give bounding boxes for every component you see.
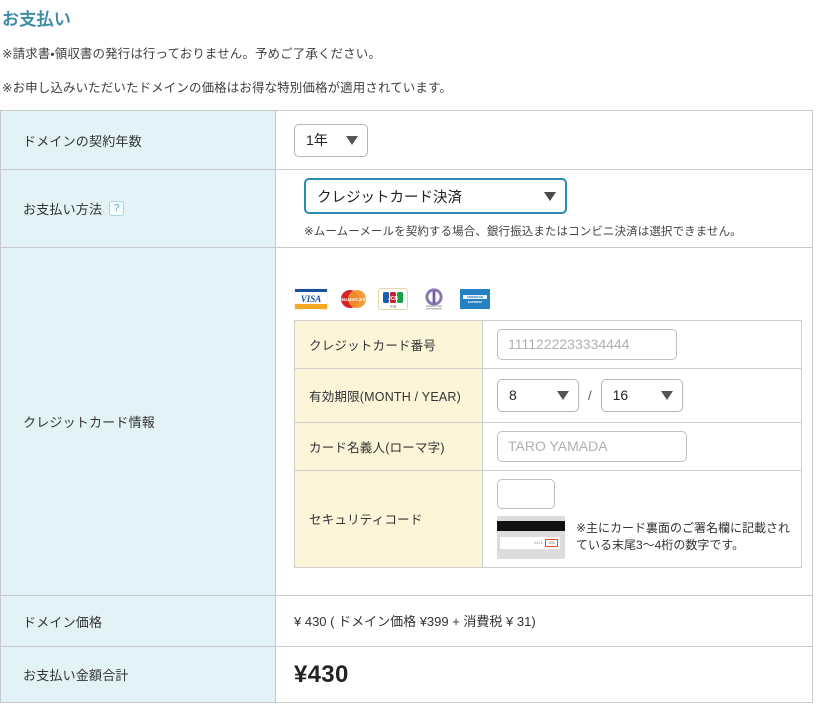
- credit-card-fields-table: クレジットカード番号 有効期限(MONTH / YEAR): [294, 320, 802, 568]
- label-domain-price: ドメイン価格: [1, 596, 276, 647]
- notice-invoice: ※請求書・領収書の発行は行っておりません。予めご了承ください。: [2, 43, 831, 62]
- expiry-month-select[interactable]: 8: [497, 379, 579, 412]
- cell-domain-price: ¥ 430 ( ドメイン価格 ¥399 + 消費税 ¥ 31): [276, 596, 813, 647]
- contract-years-select[interactable]: 1年: [294, 124, 368, 157]
- svg-text:JCB: JCB: [390, 304, 397, 308]
- security-code-input[interactable]: [497, 479, 555, 509]
- cell-credit-card-info: VISA MasterCard: [276, 248, 813, 596]
- chevron-down-icon: [346, 136, 358, 145]
- svg-text:AMERICAN: AMERICAN: [467, 295, 483, 299]
- cell-card-number: [483, 320, 802, 368]
- table-row-security-code: セキュリティコード 4410: [295, 470, 802, 567]
- table-row-contract-years: ドメインの契約年数 1年: [1, 111, 813, 170]
- payment-method-label-text: お支払い方法: [23, 199, 102, 218]
- card-holder-input[interactable]: [497, 431, 687, 462]
- cell-card-holder: [483, 422, 802, 470]
- contract-years-value: 1年: [306, 130, 328, 150]
- help-icon[interactable]: ?: [109, 201, 124, 216]
- chevron-down-icon: [557, 391, 569, 400]
- cell-total: ¥430: [276, 647, 813, 703]
- svg-text:International: International: [425, 306, 442, 309]
- security-code-note: ※主にカード裏面のご署名欄に記載されている末尾3〜4桁の数字です。: [576, 520, 801, 555]
- payment-method-select[interactable]: クレジットカード決済: [304, 178, 567, 214]
- cell-payment-method: クレジットカード決済 ※ムームーメールを契約する場合、銀行振込またはコンビニ決済…: [276, 170, 813, 248]
- card-brand-logos: VISA MasterCard: [294, 276, 812, 320]
- label-total: お支払い金額合計: [1, 647, 276, 703]
- svg-text:MasterCard: MasterCard: [341, 297, 365, 302]
- payment-table: ドメインの契約年数 1年 お支払い方法 ?: [0, 110, 813, 703]
- cell-expiry: 8 / 16: [483, 368, 802, 422]
- total-amount-value: ¥430: [294, 661, 349, 688]
- chevron-down-icon: [544, 192, 556, 201]
- payment-method-value: クレジットカード決済: [317, 186, 462, 207]
- label-payment-method: お支払い方法 ?: [1, 170, 276, 248]
- page-title: お支払い: [2, 5, 831, 30]
- chevron-down-icon: [661, 391, 673, 400]
- label-card-number: クレジットカード番号: [295, 320, 483, 368]
- cell-contract-years: 1年: [276, 111, 813, 170]
- label-security-code: セキュリティコード: [295, 470, 483, 567]
- mastercard-logo-icon: MasterCard: [336, 288, 370, 310]
- label-card-holder: カード名義人(ローマ字): [295, 422, 483, 470]
- label-credit-card-info: クレジットカード情報: [1, 248, 276, 596]
- cvv-highlight-box: 000: [545, 539, 558, 547]
- expiry-separator: /: [588, 388, 592, 403]
- svg-text:JCB: JCB: [388, 296, 398, 302]
- table-row-card-number: クレジットカード番号: [295, 320, 802, 368]
- american-express-logo-icon: AMERICAN EXPRESS: [460, 289, 490, 309]
- card-number-input[interactable]: [497, 329, 677, 360]
- expiry-year-select[interactable]: 16: [601, 379, 683, 412]
- label-expiry: 有効期限(MONTH / YEAR): [295, 368, 483, 422]
- payment-page: お支払い ※請求書・領収書の発行は行っておりません。予めご了承ください。 ※お申…: [0, 5, 831, 703]
- table-row-domain-price: ドメイン価格 ¥ 430 ( ドメイン価格 ¥399 + 消費税 ¥ 31): [1, 596, 813, 647]
- visa-logo-icon: VISA: [294, 288, 328, 310]
- payment-method-note: ※ムームーメールを契約する場合、銀行振込またはコンビニ決済は選択できません。: [304, 223, 812, 239]
- card-back-illustration-icon: 4410 000: [497, 516, 565, 559]
- jcb-logo-icon: JCB JCB: [378, 288, 408, 310]
- signature-strip: 4410 000: [500, 537, 560, 549]
- diners-club-logo-icon: Diners Club International: [416, 288, 452, 310]
- table-row-payment-method: お支払い方法 ? クレジットカード決済 ※ムームーメールを契約する場合、銀行振込…: [1, 170, 813, 248]
- expiry-year-value: 16: [613, 387, 629, 403]
- svg-text:VISA: VISA: [301, 294, 322, 304]
- table-row-total: お支払い金額合計 ¥430: [1, 647, 813, 703]
- label-contract-years: ドメインの契約年数: [1, 111, 276, 170]
- cell-security-code: 4410 000 ※主にカード裏面のご署名欄に記載されている末尾3〜4桁の数字で…: [483, 470, 802, 567]
- notice-special-price: ※お申し込みいただいたドメインの価格はお得な特別価格が適用されています。: [2, 77, 831, 96]
- expiry-month-value: 8: [509, 387, 517, 403]
- domain-price-value: ¥ 430 ( ドメイン価格 ¥399 + 消費税 ¥ 31): [294, 614, 536, 629]
- table-row-credit-card-info: クレジットカード情報 VISA Maste: [1, 248, 813, 596]
- table-row-expiry: 有効期限(MONTH / YEAR) 8 /: [295, 368, 802, 422]
- card-digits: 4410: [534, 540, 544, 545]
- svg-text:EXPRESS: EXPRESS: [468, 300, 482, 304]
- magnetic-stripe: [497, 521, 565, 531]
- table-row-card-holder: カード名義人(ローマ字): [295, 422, 802, 470]
